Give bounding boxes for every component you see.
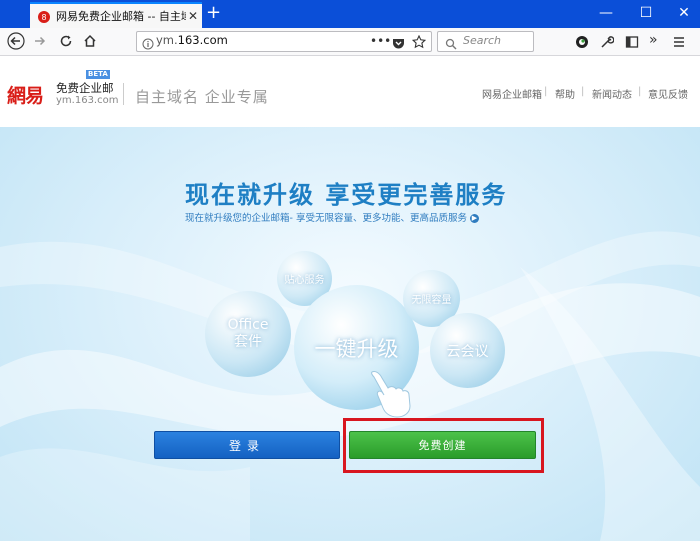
hamburger-menu-icon[interactable] <box>672 34 686 53</box>
product-name: 免费企业邮 <box>56 81 114 95</box>
nav-separator: | <box>544 86 548 97</box>
forward-arrow-icon <box>35 36 46 46</box>
url-text[interactable]: ym.163.com <box>156 33 228 47</box>
nav-separator: | <box>638 86 642 97</box>
slogan: 自主域名 企业专属 <box>135 88 269 106</box>
hero-subline[interactable]: 现在就升级您的企业邮箱- 享受无限容量、更多功能、更高品质服务 ▶ <box>185 210 479 224</box>
home-icon <box>84 34 96 47</box>
nav-link-enterprise-mail[interactable]: 网易企业邮箱 <box>482 86 542 101</box>
back-arrow-icon <box>7 32 25 50</box>
maximize-button[interactable]: ☐ <box>634 3 658 23</box>
netease-logo[interactable]: 網易 <box>7 81 44 108</box>
login-button[interactable]: 登录 <box>154 431 340 459</box>
hero-headline: 现在就升级 享受更完善服务 <box>185 181 508 209</box>
back-button[interactable] <box>5 31 27 51</box>
tab-close-icon[interactable]: ✕ <box>188 9 198 23</box>
window-close-button[interactable]: ✕ <box>672 3 696 23</box>
wrench-icon[interactable] <box>600 34 615 53</box>
product-domain: ym.163.com <box>56 95 119 106</box>
new-tab-button[interactable]: + <box>206 3 221 23</box>
netease-favicon-icon: 8 <box>37 9 51 23</box>
nav-separator: | <box>581 86 585 97</box>
browser-tab[interactable]: 8 网易免费企业邮箱 -- 自主域名 ✕ <box>30 2 202 28</box>
search-placeholder[interactable]: Search <box>463 34 501 47</box>
beta-badge: BETA <box>86 70 110 79</box>
search-icon <box>445 35 457 54</box>
forward-button[interactable] <box>29 31 51 51</box>
bookmark-star-icon[interactable] <box>411 34 427 53</box>
extension-icon[interactable] <box>575 34 589 53</box>
reload-button[interactable] <box>55 31 77 51</box>
minimize-button[interactable]: — <box>594 3 618 23</box>
bubble-office: Office 套件 <box>205 291 291 377</box>
bubble-meeting: 云会议 <box>430 313 505 388</box>
highlight-box <box>343 418 544 473</box>
site-info-icon[interactable] <box>142 35 154 54</box>
nav-link-help[interactable]: 帮助 <box>555 86 575 101</box>
nav-link-feedback[interactable]: 意见反馈 <box>648 86 688 101</box>
svg-text:8: 8 <box>41 13 46 22</box>
sidebar-icon[interactable] <box>625 34 639 53</box>
nav-link-news[interactable]: 新闻动态 <box>592 86 632 101</box>
home-button[interactable] <box>79 31 101 51</box>
overflow-chevron-icon[interactable]: » <box>649 32 658 48</box>
arrow-right-icon[interactable]: ▶ <box>469 214 479 223</box>
tab-title: 网易免费企业邮箱 -- 自主域名 <box>56 10 186 23</box>
logo-divider <box>123 83 124 105</box>
reload-icon <box>60 35 72 47</box>
pointing-hand-icon <box>371 371 411 418</box>
page-actions-icon[interactable]: ••• <box>370 34 391 48</box>
pocket-icon[interactable] <box>392 35 405 54</box>
